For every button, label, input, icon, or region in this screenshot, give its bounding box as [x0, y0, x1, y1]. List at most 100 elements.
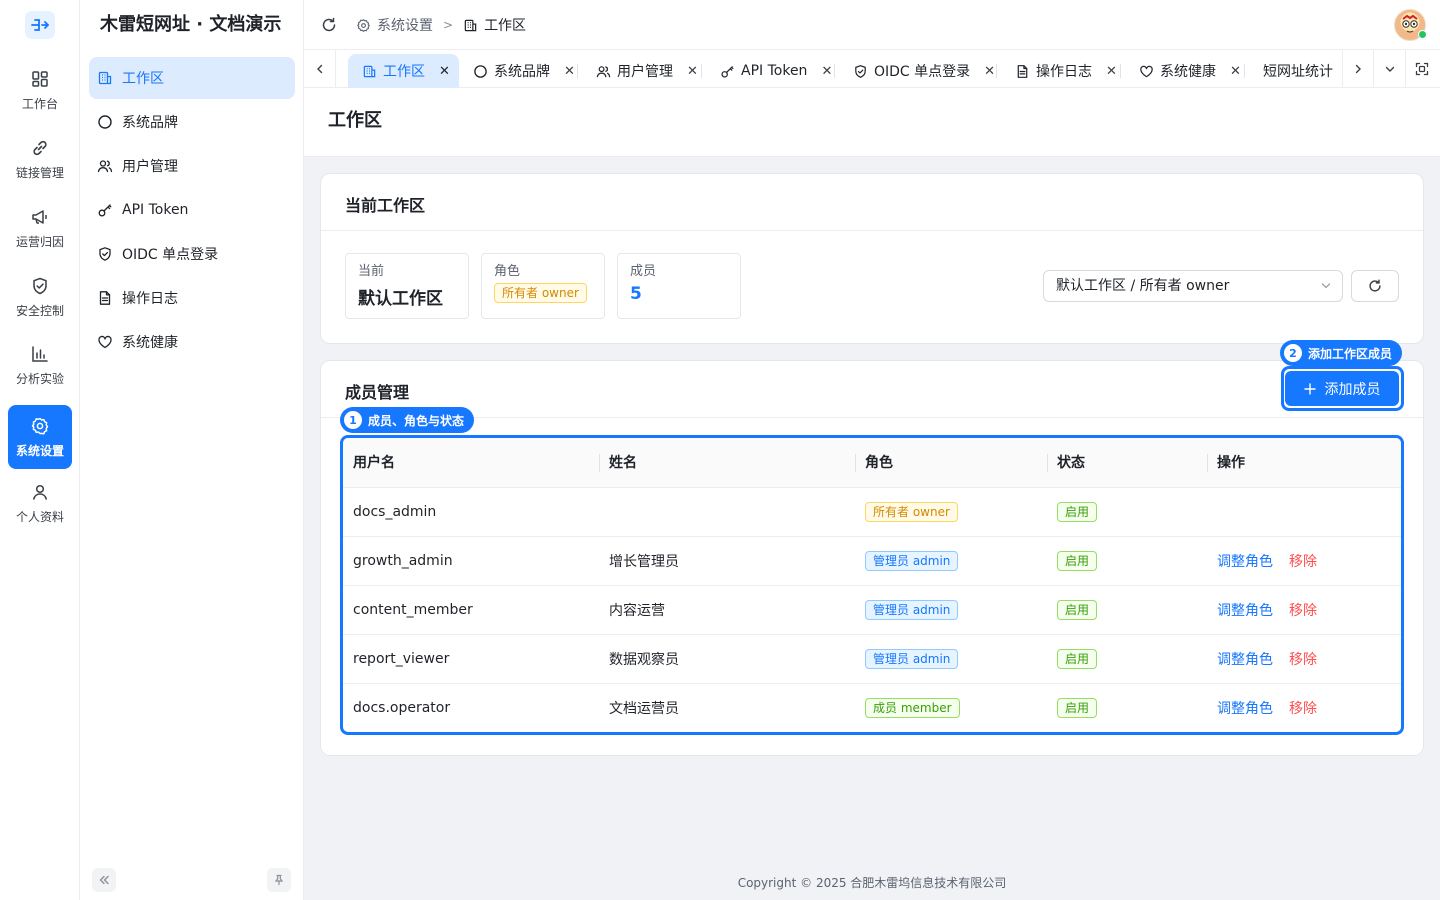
bar-chart-icon	[32, 345, 48, 362]
pin-icon	[274, 874, 284, 886]
refresh-workspace-button[interactable]	[1351, 270, 1399, 302]
fullscreen-button[interactable]	[1406, 50, 1438, 88]
column-header: 角色	[855, 438, 1047, 488]
rail-item-links[interactable]: 链接管理	[8, 127, 72, 191]
tab-oidc[interactable]: OIDC 单点登录 ✕	[839, 54, 999, 88]
rail-item-analytics[interactable]: 分析实验	[8, 333, 72, 397]
sidebar-item-health[interactable]: 系统健康	[89, 321, 295, 363]
chevron-right-icon	[1355, 64, 1361, 74]
pin-sidebar-button[interactable]	[267, 868, 291, 892]
key-icon	[721, 65, 734, 78]
table-row: report_viewer 数据观察员 管理员 admin 启用 调整角色 移除	[343, 634, 1401, 684]
tabs-scroll-left-button[interactable]	[304, 50, 336, 88]
top-header: 系统设置 > 工作区	[304, 0, 1440, 50]
adjust-role-link[interactable]: 调整角色	[1217, 554, 1273, 570]
stat-label: 当前	[358, 264, 385, 279]
adjust-role-link[interactable]: 调整角色	[1217, 701, 1273, 717]
cell-actions: 调整角色 移除	[1207, 585, 1401, 635]
tab-brand[interactable]: 系统品牌 ✕	[459, 54, 579, 88]
current-workspace-card: 当前工作区 当前 默认工作区 角色 所有者 owner 成员 5 默认工作区 /…	[320, 173, 1424, 344]
role-badge: 所有者 owner	[865, 501, 958, 522]
tab-divider	[701, 64, 702, 78]
close-icon[interactable]: ✕	[564, 64, 575, 79]
sidebar-item-users[interactable]: 用户管理	[89, 145, 295, 187]
cell-username: docs.operator	[353, 699, 451, 716]
tab-label: 短网址统计	[1263, 64, 1333, 80]
close-icon[interactable]: ✕	[821, 64, 832, 79]
breadcrumb-item[interactable]: 系统设置	[377, 15, 433, 35]
add-member-button[interactable]: 添加成员	[1285, 371, 1399, 406]
remove-link[interactable]: 移除	[1289, 652, 1317, 668]
tab-label: 用户管理	[617, 64, 673, 80]
app-title: 木雷短网址 · 文档演示	[100, 14, 282, 35]
sidebar-item-api-token[interactable]: API Token	[89, 189, 295, 231]
rail-item-security[interactable]: 安全控制	[8, 265, 72, 329]
cell-actions	[1207, 487, 1401, 537]
settings-sidebar: 木雷短网址 · 文档演示 工作区 系统品牌 用户管理 API Token OID…	[80, 0, 304, 900]
rail-item-dashboard[interactable]: 工作台	[8, 58, 72, 122]
role-badge: 所有者 owner	[494, 283, 587, 303]
sidebar-item-workspace[interactable]: 工作区	[89, 57, 295, 99]
tab-divider	[577, 64, 578, 78]
sidebar-item-label: 系统品牌	[122, 115, 178, 131]
link-icon	[33, 140, 47, 155]
cell-username: docs_admin	[343, 487, 599, 537]
tab-api-token[interactable]: API Token ✕	[706, 54, 836, 88]
status-badge: 启用	[1057, 599, 1098, 620]
tab-label: API Token	[741, 63, 808, 79]
heart-icon	[98, 335, 112, 349]
members-table-frame: 用户名 姓名 角色 状态 操作 docs_admin 所有者 owner 启用 …	[340, 435, 1404, 735]
logo-icon[interactable]	[25, 11, 55, 39]
sidebar-item-oidc[interactable]: OIDC 单点登录	[89, 233, 295, 275]
sidebar-item-label: OIDC 单点登录	[122, 247, 219, 263]
sidebar-item-label: 工作区	[122, 71, 164, 87]
remove-link[interactable]: 移除	[1289, 603, 1317, 619]
collapse-sidebar-button[interactable]	[92, 868, 116, 892]
heart-icon	[1140, 65, 1153, 77]
gear-icon	[357, 18, 370, 32]
tab-url-stats[interactable]: 短网址统计	[1249, 54, 1337, 88]
tab-label: OIDC 单点登录	[874, 64, 971, 80]
status-badge: 启用	[1057, 550, 1098, 571]
rail-item-profile[interactable]: 个人资料	[8, 471, 72, 535]
stat-role: 角色 所有者 owner	[481, 253, 605, 319]
tab-health[interactable]: 系统健康 ✕	[1125, 54, 1245, 88]
workspace-select[interactable]: 默认工作区 / 所有者 owner	[1043, 270, 1343, 302]
refresh-icon[interactable]	[320, 16, 338, 34]
shield-icon	[33, 277, 47, 294]
sidebar-item-audit-log[interactable]: 操作日志	[89, 277, 295, 319]
column-header: 用户名	[343, 438, 599, 488]
close-icon[interactable]: ✕	[1230, 64, 1241, 79]
cell-name: 增长管理员	[599, 536, 855, 586]
tabs-dropdown-button[interactable]	[1374, 50, 1406, 88]
adjust-role-link[interactable]: 调整角色	[1217, 603, 1273, 619]
user-icon	[33, 484, 47, 500]
remove-link[interactable]: 移除	[1289, 554, 1317, 570]
rail-item-attribution[interactable]: 运营归因	[8, 196, 72, 260]
tabs-bar: 工作区 ✕ 系统品牌 ✕ 用户管理 ✕ API Token ✕ OIDC 单点登…	[304, 50, 1440, 88]
shield-check-icon	[99, 247, 111, 261]
tab-users[interactable]: 用户管理 ✕	[582, 54, 702, 88]
page-title: 工作区	[328, 110, 382, 131]
tabs-scroll-right-button[interactable]	[1342, 50, 1374, 88]
close-icon[interactable]: ✕	[439, 64, 450, 79]
tab-workspace[interactable]: 工作区 ✕	[348, 54, 459, 88]
remove-link[interactable]: 移除	[1289, 701, 1317, 717]
close-icon[interactable]: ✕	[1106, 64, 1117, 79]
sidebar-item-label: 用户管理	[122, 159, 178, 175]
table-row: docs_admin 所有者 owner 启用	[343, 487, 1401, 537]
tab-audit-log[interactable]: 操作日志 ✕	[1001, 54, 1121, 88]
close-icon[interactable]: ✕	[984, 64, 995, 79]
table-row: content_member 内容运营 管理员 admin 启用 调整角色 移除	[343, 585, 1401, 635]
add-member-label: 添加成员	[1324, 381, 1381, 398]
online-status-dot	[1418, 30, 1427, 39]
close-icon[interactable]: ✕	[687, 64, 698, 79]
tab-label: 操作日志	[1036, 64, 1092, 80]
rail-label: 链接管理	[15, 165, 64, 180]
adjust-role-link[interactable]: 调整角色	[1217, 652, 1273, 668]
table-row: docs.operator 文档运营员 成员 member 启用 调整角色 移除	[343, 683, 1401, 732]
rail-item-settings[interactable]: 系统设置	[8, 405, 72, 469]
sidebar-item-brand[interactable]: 系统品牌	[89, 101, 295, 143]
rail-label: 工作台	[21, 96, 58, 111]
cell-username: growth_admin	[343, 536, 599, 586]
